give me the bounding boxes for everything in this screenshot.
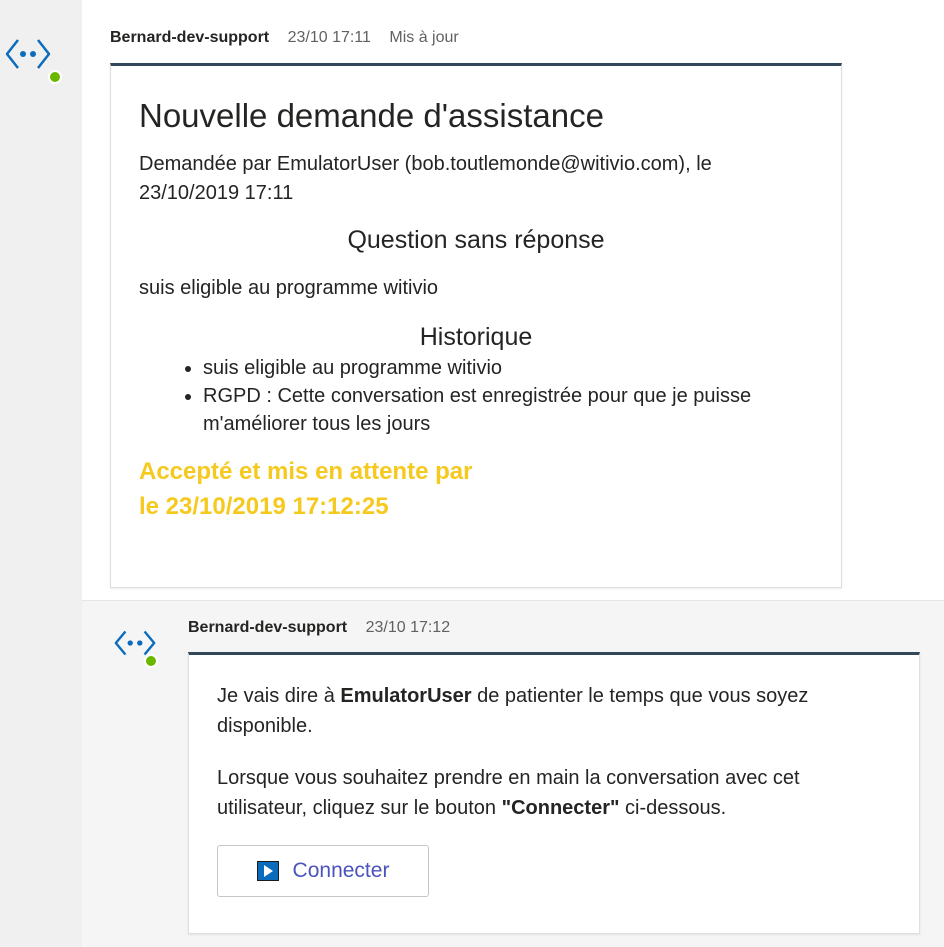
question-text: suis eligible au programme witivio <box>139 277 439 299</box>
sender-name[interactable]: Bernard-dev-support <box>188 619 347 636</box>
message-header: Bernard-dev-support 23/10 17:11 Mis à jo… <box>110 28 459 48</box>
history-list: suis eligible au programme witivio RGPD … <box>139 354 813 438</box>
history-item: suis eligible au programme witivio <box>203 354 813 382</box>
card-title: Nouvelle demande d'assistance <box>139 97 604 134</box>
instruction-message: Lorsque vous souhaitez prendre en main l… <box>217 763 891 823</box>
presence-available-icon <box>48 70 62 84</box>
accepted-status-line1: Accepté et mis en attente par <box>139 458 473 485</box>
connect-button[interactable]: Connecter <box>217 845 429 897</box>
adaptive-card-connect: Je vais dire à EmulatorUser de patienter… <box>188 652 920 934</box>
user-name-bold: EmulatorUser <box>340 685 472 707</box>
message-timestamp: 23/10 17:11 <box>287 29 371 46</box>
button-name-bold: "Connecter" <box>501 797 620 819</box>
waiting-message: Je vais dire à EmulatorUser de patienter… <box>217 681 891 741</box>
teams-conversation: Bernard-dev-support 23/10 17:11 Mis à jo… <box>0 0 944 947</box>
avatar-gutter <box>0 0 82 947</box>
edited-label: Mis à jour <box>389 29 459 46</box>
accepted-status-text: Accepté et mis en attente par le 23/10/2… <box>139 454 813 524</box>
text-segment: ci-dessous. <box>619 797 727 819</box>
bot-avatar[interactable] <box>4 30 62 84</box>
unanswered-question-heading: Question sans réponse <box>347 226 605 254</box>
adaptive-card-support-request: Nouvelle demande d'assistance Demandée p… <box>110 63 842 588</box>
history-item: RGPD : Cette conversation est enregistré… <box>203 382 813 438</box>
sender-name[interactable]: Bernard-dev-support <box>110 29 269 46</box>
message-timestamp: 23/10 17:12 <box>365 619 451 636</box>
bot-icon <box>5 39 51 69</box>
history-heading: Historique <box>419 323 533 351</box>
requested-by-text: Demandée par EmulatorUser (bob.toutlemon… <box>139 153 712 204</box>
play-icon <box>256 861 279 881</box>
text-segment: Je vais dire à <box>217 685 341 707</box>
connect-button-label: Connecter <box>292 859 390 882</box>
accepted-status-line2: le 23/10/2019 17:12:25 <box>139 493 389 520</box>
bot-avatar[interactable] <box>112 620 164 672</box>
message-header: Bernard-dev-support 23/10 17:12 <box>188 618 450 638</box>
presence-available-icon <box>144 654 158 668</box>
